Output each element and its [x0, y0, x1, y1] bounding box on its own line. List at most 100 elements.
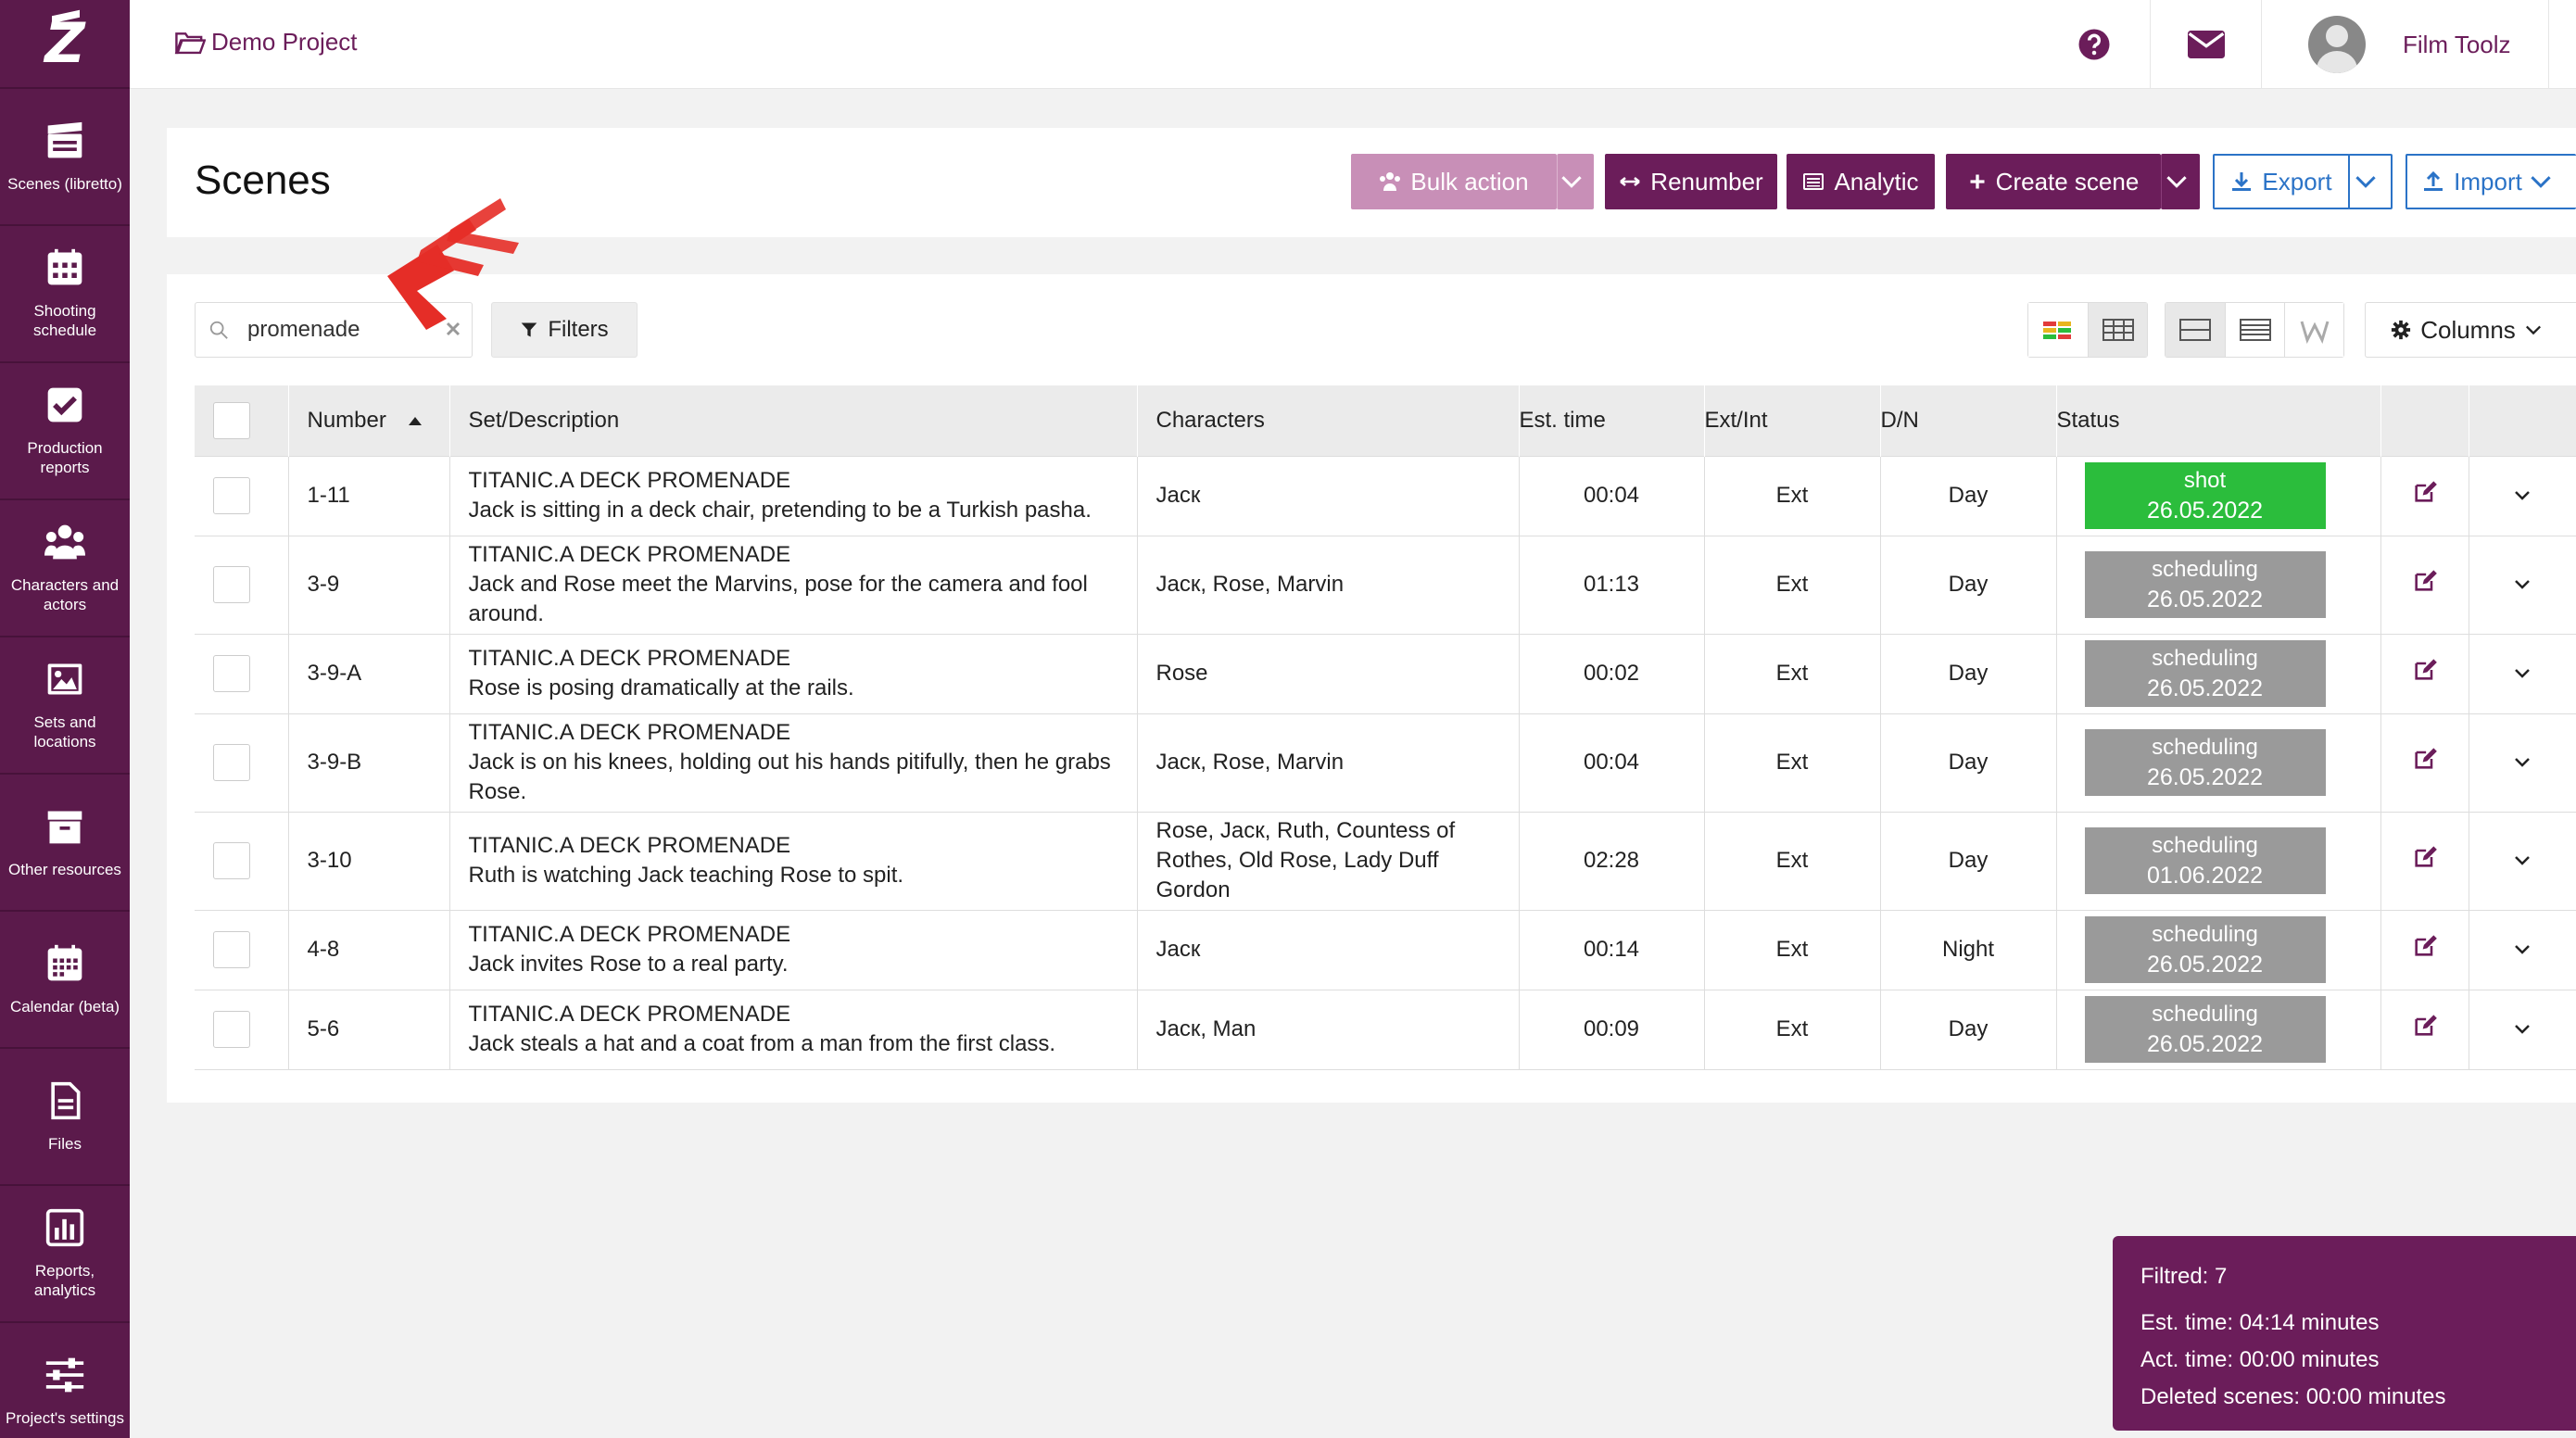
scene-set: TITANIC.A DECK PROMENADE — [468, 1002, 791, 1027]
bulk-action-dropdown[interactable] — [1557, 154, 1594, 209]
sort-ascending-icon — [408, 416, 422, 425]
table-row[interactable]: 5-6 TITANIC.A DECK PROMENADE Jack steals a… — [195, 989, 2576, 1070]
select-all-checkbox[interactable] — [213, 401, 250, 439]
row-checkbox[interactable] — [213, 566, 250, 603]
chevron-down-icon[interactable] — [2513, 854, 2532, 867]
chevron-down-icon[interactable] — [2513, 489, 2532, 502]
status-badge[interactable]: scheduling 26.05.2022 — [2084, 996, 2326, 1063]
help-button[interactable] — [2039, 0, 2150, 89]
edit-icon[interactable] — [2412, 568, 2438, 594]
sidebar-item-other-resources[interactable]: Other resources — [0, 775, 130, 912]
table-row[interactable]: 3-9-A TITANIC.A DECK PROMENADE Rose is pos… — [195, 633, 2576, 714]
scene-number: 3-9 — [288, 535, 450, 635]
columns-label: Columns — [2420, 315, 2516, 344]
edit-icon[interactable] — [2412, 933, 2438, 959]
row-checkbox[interactable] — [213, 1011, 250, 1048]
column-header-status[interactable]: Status — [2056, 385, 2381, 456]
scene-number: 3-10 — [288, 811, 450, 911]
import-button[interactable]: Import — [2406, 154, 2576, 209]
scene-est-time: 00:02 — [1519, 633, 1705, 714]
scene-description: Rose is posing dramatically at the rails… — [468, 675, 854, 700]
chevron-down-icon[interactable] — [2513, 943, 2532, 956]
view-word-button[interactable] — [2284, 303, 2343, 357]
expand-cell — [2469, 633, 2576, 714]
table-row[interactable]: 1-11 TITANIC.A DECK PROMENADE Jack is sitt… — [195, 455, 2576, 536]
status-label: scheduling — [2152, 646, 2258, 671]
status-badge[interactable]: scheduling 26.05.2022 — [2084, 640, 2326, 707]
status-badge[interactable]: shot 26.05.2022 — [2084, 462, 2326, 529]
status-badge[interactable]: scheduling 26.05.2022 — [2084, 729, 2326, 796]
view-plain-button[interactable] — [2088, 303, 2147, 357]
status-badge[interactable]: scheduling 26.05.2022 — [2084, 916, 2326, 983]
sidebar-item-label: Sets and locations — [33, 713, 96, 751]
view-comfortable-button[interactable] — [2166, 303, 2225, 357]
status-badge[interactable]: scheduling 01.06.2022 — [2084, 827, 2326, 894]
create-scene-dropdown[interactable] — [2161, 154, 2200, 209]
renumber-button[interactable]: Renumber — [1605, 154, 1777, 209]
sidebar-item-shooting-schedule[interactable]: Shooting schedule — [0, 226, 130, 363]
row-checkbox[interactable] — [213, 842, 250, 879]
sidebar-item-reports[interactable]: Reports, analytics — [0, 1186, 130, 1323]
messages-button[interactable] — [2150, 0, 2261, 89]
scene-set-description: TITANIC.A DECK PROMENADE Rose is posing d… — [449, 633, 1138, 714]
sidebar-item-sets[interactable]: Sets and locations — [0, 637, 130, 775]
sidebar-item-characters[interactable]: Characters and actors — [0, 500, 130, 637]
analytic-button[interactable]: Analytic — [1787, 154, 1935, 209]
status-label: scheduling — [2152, 557, 2258, 582]
row-checkbox[interactable] — [213, 477, 250, 514]
analytic-label: Analytic — [1834, 167, 1919, 196]
sidebar-item-calendar[interactable]: Calendar (beta) — [0, 912, 130, 1049]
view-compact-button[interactable] — [2225, 303, 2284, 357]
project-link[interactable]: Demo Project — [174, 28, 358, 57]
edit-icon[interactable] — [2412, 657, 2438, 683]
sidebar-item-production-reports[interactable]: Production reports — [0, 363, 130, 500]
create-scene-button[interactable]: Create scene — [1946, 154, 2161, 209]
column-header-est-time[interactable]: Est. time — [1519, 385, 1705, 456]
sidebar-item-settings[interactable]: Project's settings — [0, 1323, 130, 1438]
chevron-down-icon[interactable] — [2513, 667, 2532, 680]
column-header-number[interactable]: Number — [288, 385, 450, 456]
columns-button[interactable]: Columns — [2365, 302, 2576, 358]
status-badge[interactable]: scheduling 26.05.2022 — [2084, 551, 2326, 618]
column-header-dn[interactable]: D/N — [1880, 385, 2057, 456]
edit-icon[interactable] — [2412, 1013, 2438, 1039]
summary-filtered: Filtred: 7 — [2140, 1264, 2228, 1289]
chevron-down-icon[interactable] — [2513, 756, 2532, 769]
table-row[interactable]: 3-10 TITANIC.A DECK PROMENADE Ruth is watc… — [195, 811, 2576, 911]
status-date: 01.06.2022 — [2146, 863, 2264, 889]
table-row[interactable]: 3-9 TITANIC.A DECK PROMENADE Jack and Rose… — [195, 535, 2576, 635]
top-bar: Demo Project Film Toolz — [130, 0, 2576, 89]
sidebar-item-files[interactable]: Files — [0, 1049, 130, 1186]
view-colored-button[interactable] — [2028, 303, 2088, 357]
chevron-down-icon[interactable] — [2513, 578, 2532, 591]
scene-status-cell: shot 26.05.2022 — [2056, 455, 2381, 536]
expand-cell — [2469, 909, 2576, 990]
edit-icon[interactable] — [2412, 746, 2438, 772]
bar-chart-icon — [45, 1208, 84, 1247]
chevron-down-icon[interactable] — [2513, 1023, 2532, 1036]
row-select-cell — [195, 713, 289, 813]
row-select-cell — [195, 989, 289, 1070]
table-row[interactable]: 3-9-B TITANIC.A DECK PROMENADE Jack is on … — [195, 713, 2576, 813]
edit-icon[interactable] — [2412, 479, 2438, 505]
column-header-set[interactable]: Set/Description — [449, 385, 1138, 456]
row-checkbox[interactable] — [213, 744, 250, 781]
sidebar-item-label: Project's settings — [6, 1408, 124, 1427]
row-select-cell — [195, 811, 289, 911]
filters-button[interactable]: Filters — [491, 302, 638, 358]
edit-icon[interactable] — [2412, 844, 2438, 870]
user-menu[interactable]: Film Toolz — [2261, 0, 2548, 89]
table-row[interactable]: 4-8 TITANIC.A DECK PROMENADE Jack invites … — [195, 909, 2576, 990]
scene-set-description: TITANIC.A DECK PROMENADE Jack is sitting … — [449, 455, 1138, 536]
column-header-ext-int[interactable]: Ext/Int — [1704, 385, 1881, 456]
row-checkbox[interactable] — [213, 931, 250, 968]
renumber-label: Renumber — [1650, 167, 1763, 196]
app-logo[interactable]: Z — [0, 0, 130, 89]
export-dropdown[interactable] — [2348, 154, 2393, 209]
export-button[interactable]: Export — [2213, 154, 2350, 209]
bulk-action-button[interactable]: Bulk action — [1351, 154, 1557, 209]
column-header-characters[interactable]: Characters — [1137, 385, 1520, 456]
sidebar-item-scenes[interactable]: Scenes (libretto) — [0, 89, 130, 226]
row-checkbox[interactable] — [213, 655, 250, 692]
scene-dn: Night — [1880, 909, 2057, 990]
